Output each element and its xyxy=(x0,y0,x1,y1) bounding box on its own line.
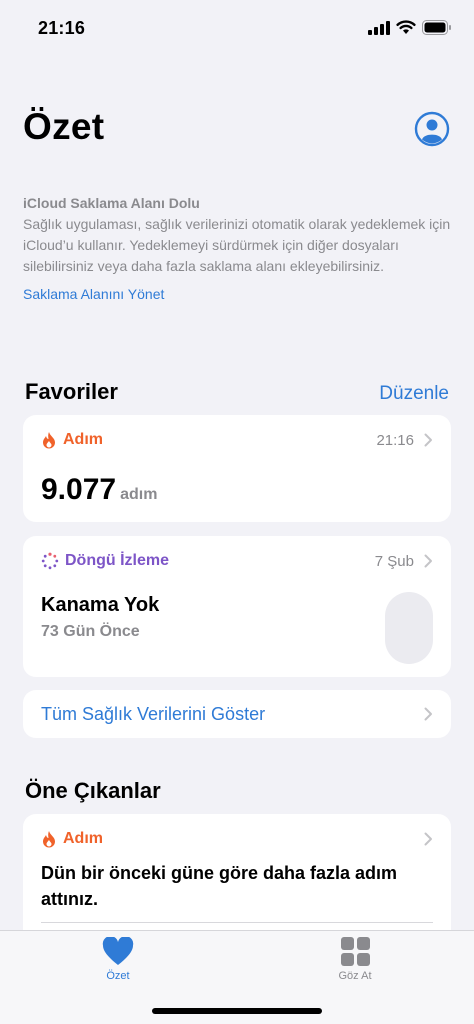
cycle-card-label: Döngü İzleme xyxy=(41,552,169,570)
steps-card-label: Adım xyxy=(41,431,103,449)
notice-title: iCloud Saklama Alanı Dolu xyxy=(23,195,200,211)
steps-favorite-card[interactable]: Adım 21:16 9.077 adım xyxy=(23,415,451,522)
highlight-divider xyxy=(41,922,433,923)
cycle-card-meta: 7 Şub xyxy=(375,553,433,570)
highlight-card-header: Adım xyxy=(41,830,433,848)
highlights-header: Öne Çıkanlar xyxy=(25,778,449,804)
highlight-card-meta xyxy=(424,832,433,846)
chevron-right-icon xyxy=(424,554,432,568)
edit-favorites-button[interactable]: Düzenle xyxy=(379,383,449,405)
user-profile-icon xyxy=(414,111,450,147)
wifi-icon xyxy=(396,20,416,34)
steps-value-group: 9.077 adım xyxy=(41,473,157,507)
icloud-storage-notice: iCloud Saklama Alanı Dolu Sağlık uygulam… xyxy=(23,193,453,304)
cycle-label: Döngü İzleme xyxy=(65,552,170,569)
status-time: 21:16 xyxy=(38,18,86,38)
steps-value: 9.077 xyxy=(41,473,117,506)
cellular-signal-icon xyxy=(368,20,390,35)
cycle-status: Kanama Yok xyxy=(41,594,160,616)
manage-storage-link[interactable]: Saklama Alanını Yönet xyxy=(23,284,453,304)
tab-summary-label: Özet xyxy=(106,970,130,982)
steps-label: Adım xyxy=(63,431,103,448)
page-title: Özet xyxy=(23,106,105,147)
show-all-link-content: Tüm Sağlık Verilerini Göster xyxy=(41,690,433,738)
steps-unit: adım xyxy=(120,486,158,503)
chevron-right-icon xyxy=(424,433,432,447)
home-indicator xyxy=(152,1008,322,1014)
show-all-label: Tüm Sağlık Verilerini Göster xyxy=(41,703,266,724)
status-icons xyxy=(368,20,452,35)
steps-time: 21:16 xyxy=(376,431,414,449)
steps-card-header: Adım 21:16 xyxy=(41,431,433,449)
show-all-health-data-row[interactable]: Tüm Sağlık Verilerini Göster xyxy=(23,690,451,738)
favorites-header: Favoriler Düzenle xyxy=(25,379,449,405)
highlight-text: Dün bir önceki güne göre daha fazla adım… xyxy=(41,863,398,909)
grid-icon xyxy=(340,937,370,966)
steps-card-meta: 21:16 xyxy=(376,432,433,449)
chevron-right-icon xyxy=(424,707,432,721)
battery-icon xyxy=(422,20,451,35)
flame-icon xyxy=(43,432,55,449)
tab-browse-label: Göz At xyxy=(338,970,372,982)
status-bar: 21:16 xyxy=(0,0,474,58)
highlights-title: Öne Çıkanlar xyxy=(25,778,161,803)
cycle-card-header: Döngü İzleme 7 Şub xyxy=(41,552,433,570)
notice-body: Sağlık uygulaması, sağlık verilerinizi o… xyxy=(23,216,451,274)
tab-browse[interactable]: Göz At xyxy=(315,937,395,982)
favorites-title: Favoriler xyxy=(25,379,118,404)
profile-button[interactable] xyxy=(414,111,450,147)
cycle-day-graphic xyxy=(385,592,433,664)
chevron-right-icon xyxy=(424,832,432,846)
cycle-tracking-card[interactable]: Döngü İzleme 7 Şub Kanama Yok 73 Gün Önc… xyxy=(23,536,451,677)
highlight-card-label: Adım xyxy=(41,830,103,848)
tab-summary[interactable]: Özet xyxy=(78,937,158,982)
cycle-summary: Kanama Yok 73 Gün Önce xyxy=(41,594,159,641)
cycle-date: 7 Şub xyxy=(374,552,414,570)
flame-icon xyxy=(43,831,55,848)
highlight-label: Adım xyxy=(63,830,103,847)
cycle-tracking-icon xyxy=(41,552,59,570)
heart-icon xyxy=(102,937,134,965)
cycle-days-ago: 73 Gün Önce xyxy=(41,623,140,640)
